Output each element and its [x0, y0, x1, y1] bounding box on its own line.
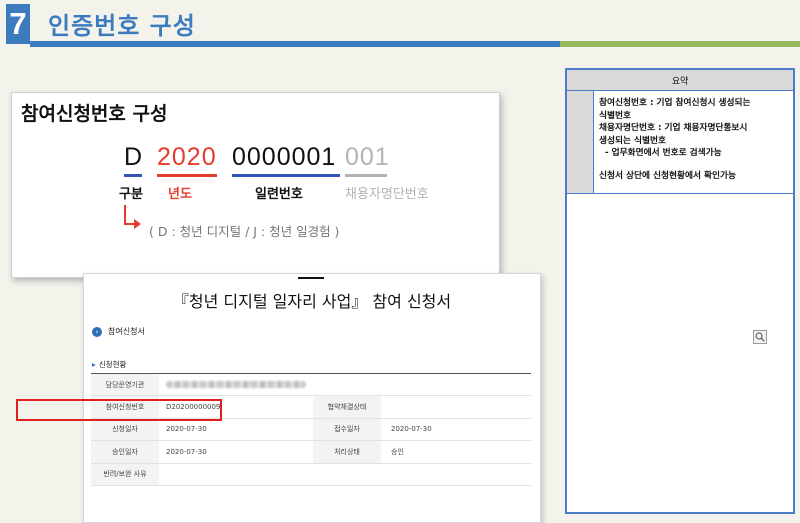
code-card-title: 참여신청번호 구성 — [21, 103, 168, 125]
table-key: 처리상태 — [313, 441, 381, 463]
type-code-note: ( D : 청년 디지털 / J : 청년 일경험 ) — [149, 224, 340, 239]
application-number-highlight — [16, 399, 222, 421]
table-value: 2020-07-30 — [166, 425, 207, 434]
table-row: 반려/보완 사유 — [91, 463, 531, 486]
status-table: 담당운영기관 참여신청번호 D20200000009 협약체결상태 신청일자 2… — [91, 373, 531, 486]
table-key: 협약체결상태 — [313, 396, 381, 418]
summary-separator — [567, 193, 793, 194]
code-year-segment: 2020 — [157, 143, 217, 171]
table-value: 2020-07-30 — [391, 425, 432, 434]
summary-line: 채용자명단번호 : 기업 채용자명단통보시 — [599, 123, 748, 134]
code-employer-segment: 001 — [345, 143, 390, 171]
summary-line: 참여신청번호 : 기업 참여신청시 생성되는 — [599, 98, 751, 108]
table-value: 승인 — [391, 447, 404, 456]
agency-value — [166, 374, 306, 395]
year-underline — [157, 174, 217, 177]
summary-body: 참여신청번호 : 기업 참여신청시 생성되는 식별번호 채용자명단번호 : 기업… — [599, 97, 791, 183]
form-top-bar — [298, 277, 324, 279]
table-row: 승인일자 2020-07-30 처리상태 승인 — [91, 441, 531, 464]
subsection-label: 신청현황 — [98, 360, 127, 369]
table-row: 신청일자 2020-07-30 접수일자 2020-07-30 — [91, 418, 531, 442]
code-composition-card: 참여신청번호 구성 D 2020 0000001 001 구분 년도 일련번호 … — [11, 92, 500, 278]
employer-underline — [345, 174, 387, 177]
code-type-segment: D — [124, 143, 144, 171]
summary-heading: 요약 — [567, 70, 793, 91]
header-rule-green — [560, 41, 800, 47]
arrow-right-icon — [124, 205, 141, 229]
table-value: 2020-07-30 — [166, 447, 207, 456]
summary-line: - 업무화면에서 번호로 검색가능 — [599, 148, 722, 159]
serial-underline — [232, 174, 340, 177]
summary-line: 생성되는 식별번호 — [599, 135, 666, 146]
type-label: 구분 — [119, 187, 143, 202]
code-serial-segment: 0000001 — [232, 143, 337, 171]
header-rule-blue — [30, 41, 560, 47]
table-value — [391, 396, 531, 417]
summary-line: 식별번호 — [599, 110, 631, 121]
section-number: 7 — [6, 4, 30, 44]
table-key: 담당운영기관 — [91, 374, 159, 396]
summary-panel: 요약 참여신청번호 : 기업 참여신청시 생성되는 식별번호 채용자명단번호 :… — [565, 68, 795, 514]
page-title: 인증번호 구성 — [48, 12, 196, 40]
application-form-card: 『청년 디지털 일자리 사업』 참여 신청서 › 참여신청서 ▸ 신청현황 담당운… — [83, 273, 541, 523]
zoom-icon[interactable] — [753, 330, 767, 344]
year-label: 년도 — [168, 187, 192, 202]
type-underline — [124, 174, 142, 177]
table-value — [166, 464, 306, 485]
summary-gutter — [567, 91, 594, 193]
section-bullet-icon: › — [92, 326, 102, 337]
subsection-heading: ▸ 신청현황 — [92, 360, 127, 369]
table-key: 반려/보완 사유 — [91, 463, 159, 485]
table-key: 승인일자 — [91, 441, 159, 463]
section-heading-label: 참여신청서 — [108, 327, 145, 336]
section-heading: › 참여신청서 — [92, 326, 145, 337]
employer-label: 채용자명단번호 — [345, 187, 429, 202]
table-key: 접수일자 — [313, 418, 381, 441]
redacted-text — [166, 381, 306, 389]
form-title: 『청년 디지털 일자리 사업』 참여 신청서 — [172, 292, 452, 311]
table-row: 담당운영기관 — [91, 374, 531, 397]
table-key: 신청일자 — [91, 418, 159, 441]
summary-footer-line: 신청서 상단에 신청현황에서 확인가능 — [599, 170, 736, 181]
serial-label: 일련번호 — [255, 187, 303, 202]
